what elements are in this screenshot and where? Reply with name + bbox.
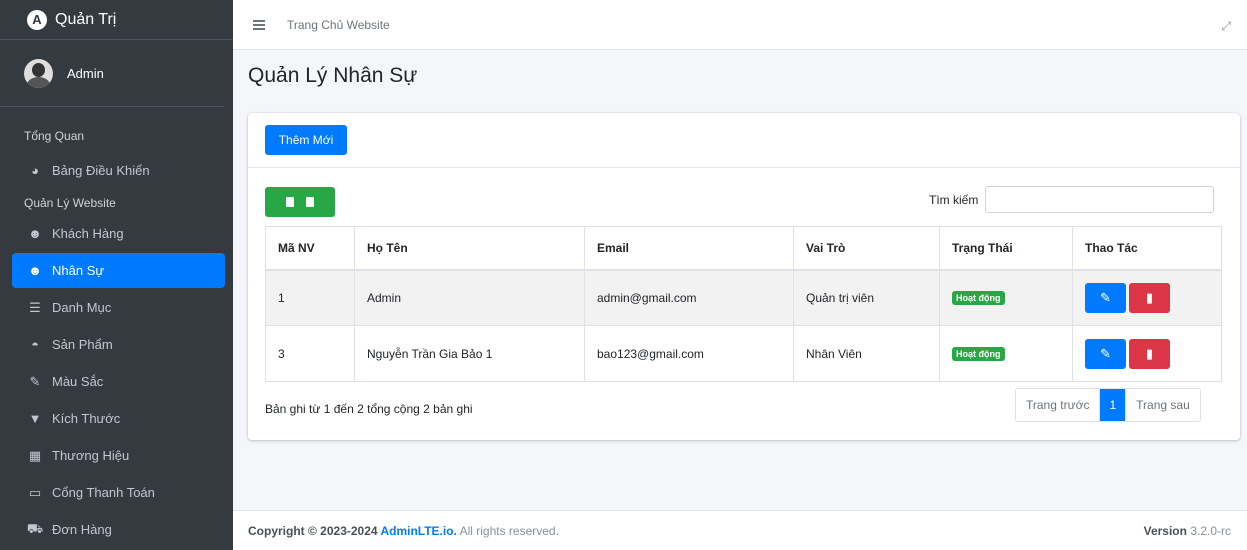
status-badge: Hoạt động <box>952 347 1005 361</box>
sidebar-item-dashboard[interactable]: ◕ Bảng Điều Khiển <box>12 153 225 188</box>
shirt-icon: ▼ <box>28 411 42 426</box>
brand-link[interactable]: A Quản Trị <box>0 0 233 40</box>
next-page-button[interactable]: Trang sau <box>1126 389 1200 421</box>
cell-actions: ✎ ▮ <box>1072 269 1222 326</box>
staff-table: Mã NV Họ Tên Email Vai Trò Trạng Thái Th… <box>265 226 1222 382</box>
sidebar-item-label: Nhân Sự <box>52 263 105 278</box>
edit-icon: ✎ <box>1100 345 1111 361</box>
sidebar-item-sizes[interactable]: ▼ Kích Thước <box>12 401 225 436</box>
payment-icon: ▭ <box>28 484 42 500</box>
search-input[interactable] <box>985 186 1215 213</box>
cell-actions: ✎ ▮ <box>1072 325 1222 382</box>
fullscreen-icon[interactable]: ⤢ <box>1221 19 1231 34</box>
column-header-status[interactable]: Trạng Thái <box>939 226 1073 271</box>
edit-button[interactable]: ✎ <box>1085 282 1126 313</box>
cell-status: Hoạt động <box>939 325 1073 382</box>
records-info: Bản ghi từ 1 đến 2 tổng cộng 2 bản ghi <box>265 402 473 416</box>
dashboard-icon: ◕ <box>31 163 39 178</box>
top-navbar: Trang Chủ Website ⤢ <box>233 0 1247 50</box>
delete-button[interactable]: ▮ <box>1129 338 1170 369</box>
cell-status: Hoạt động <box>939 269 1073 326</box>
sidebar-item-payment[interactable]: ▭ Cổng Thanh Toán <box>12 475 225 510</box>
menu-toggle-icon[interactable] <box>253 19 265 30</box>
home-website-link[interactable]: Trang Chủ Website <box>287 18 390 32</box>
sidebar-item-colors[interactable]: ✎ Màu Sắc <box>12 364 225 399</box>
table-row: 3 Nguyễn Trần Gia Bảo 1 bao123@gmail.com… <box>265 325 1222 382</box>
sidebar-item-label: Kích Thước <box>52 411 121 426</box>
pagination: Trang trước 1 Trang sau <box>1015 388 1201 422</box>
staff-icon: ☻ <box>28 263 42 278</box>
status-badge: Hoạt động <box>952 291 1005 306</box>
sidebar-item-label: Cổng Thanh Toán <box>52 485 155 500</box>
users-icon: ☻ <box>28 226 42 241</box>
sidebar-item-label: Bảng Điều Khiển <box>52 163 150 178</box>
sidebar: A Quản Trị Admin Tổng Quan ◕ Bảng Điều K… <box>0 0 233 550</box>
cell-role: Quản trị viên <box>793 269 940 326</box>
brand-logo-icon: A <box>27 9 47 30</box>
cell-id: 3 <box>265 325 355 382</box>
column-header-id[interactable]: Mã NV <box>265 226 355 271</box>
excel-export-icon[interactable] <box>286 197 294 207</box>
nav-header-website: Quản Lý Website <box>24 196 116 210</box>
copyright-prefix: Copyright © 2023-2024 <box>248 523 381 538</box>
adminlte-link[interactable]: AdminLTE.io. <box>380 524 456 538</box>
page-1-button[interactable]: 1 <box>1100 389 1127 421</box>
cell-name: Admin <box>354 269 585 326</box>
search-label: Tìm kiếm <box>929 192 979 207</box>
version-info: Version 3.2.0-rc <box>1144 524 1231 538</box>
column-header-role[interactable]: Vai Trò <box>793 226 940 271</box>
product-icon: ◓ <box>31 337 39 352</box>
brush-icon: ✎ <box>29 373 41 389</box>
user-panel[interactable]: Admin <box>0 40 224 107</box>
rights-text: All rights reserved. <box>456 523 559 538</box>
edit-button[interactable]: ✎ <box>1085 338 1126 369</box>
delete-button[interactable]: ▮ <box>1129 282 1170 313</box>
cell-id: 1 <box>265 269 355 326</box>
export-buttons <box>265 187 335 217</box>
table-header-row: Mã NV Họ Tên Email Vai Trò Trạng Thái Th… <box>265 226 1222 271</box>
edit-icon: ✎ <box>1100 289 1111 305</box>
trash-icon: ▮ <box>1145 345 1154 361</box>
version-label: Version <box>1143 523 1187 538</box>
copyright-text: Copyright © 2023-2024 AdminLTE.io. <box>248 524 457 538</box>
staff-card: Thêm Mới Tìm kiếm Mã NV Họ Tên Email Vai… <box>248 113 1240 440</box>
sidebar-item-label: Khách Hàng <box>52 226 124 241</box>
sidebar-item-brands[interactable]: ▦ Thương Hiệu <box>12 438 225 473</box>
sidebar-item-label: Sản Phẩm <box>52 337 113 352</box>
card-header: Thêm Mới <box>248 113 1240 168</box>
nav-header-overview: Tổng Quan <box>24 129 85 143</box>
table-row: 1 Admin admin@gmail.com Quản trị viên Ho… <box>265 269 1222 326</box>
export-toolbar <box>265 187 335 217</box>
pdf-export-icon[interactable] <box>306 197 314 207</box>
add-new-button[interactable]: Thêm Mới <box>265 125 347 155</box>
building-icon: ▦ <box>28 447 42 463</box>
avatar <box>24 58 53 88</box>
user-name: Admin <box>67 65 104 81</box>
page-title: Quản Lý Nhân Sự <box>248 64 418 87</box>
trash-icon: ▮ <box>1145 289 1154 305</box>
search-box: Tìm kiếm <box>929 186 1215 213</box>
column-header-actions: Thao Tác <box>1072 226 1222 271</box>
sidebar-item-customers[interactable]: ☻ Khách Hàng <box>12 216 225 251</box>
prev-page-button[interactable]: Trang trước <box>1016 389 1101 421</box>
cell-role: Nhân Viên <box>793 325 940 382</box>
sidebar-item-orders[interactable]: ⛟ Đơn Hàng <box>12 512 225 547</box>
cart-icon: ⛟ <box>26 520 44 536</box>
list-icon: ☰ <box>29 299 41 315</box>
sidebar-item-label: Thương Hiệu <box>52 448 130 463</box>
brand-name: Quản Trị <box>55 10 117 28</box>
cell-email: bao123@gmail.com <box>584 325 794 382</box>
cell-name: Nguyễn Trần Gia Bảo 1 <box>354 325 585 382</box>
footer: Copyright © 2023-2024 AdminLTE.io. All r… <box>233 510 1247 550</box>
sidebar-item-categories[interactable]: ☰ Danh Mục <box>12 290 225 325</box>
sidebar-item-label: Danh Mục <box>52 300 112 315</box>
cell-email: admin@gmail.com <box>584 269 794 326</box>
sidebar-item-label: Đơn Hàng <box>52 522 112 537</box>
column-header-email[interactable]: Email <box>584 226 794 271</box>
version-number: 3.2.0-rc <box>1190 523 1231 538</box>
sidebar-item-label: Màu Sắc <box>52 374 104 389</box>
sidebar-item-staff[interactable]: ☻ Nhân Sự <box>12 253 225 288</box>
sidebar-item-products[interactable]: ◓ Sản Phẩm <box>12 327 225 362</box>
column-header-name[interactable]: Họ Tên <box>354 226 585 271</box>
